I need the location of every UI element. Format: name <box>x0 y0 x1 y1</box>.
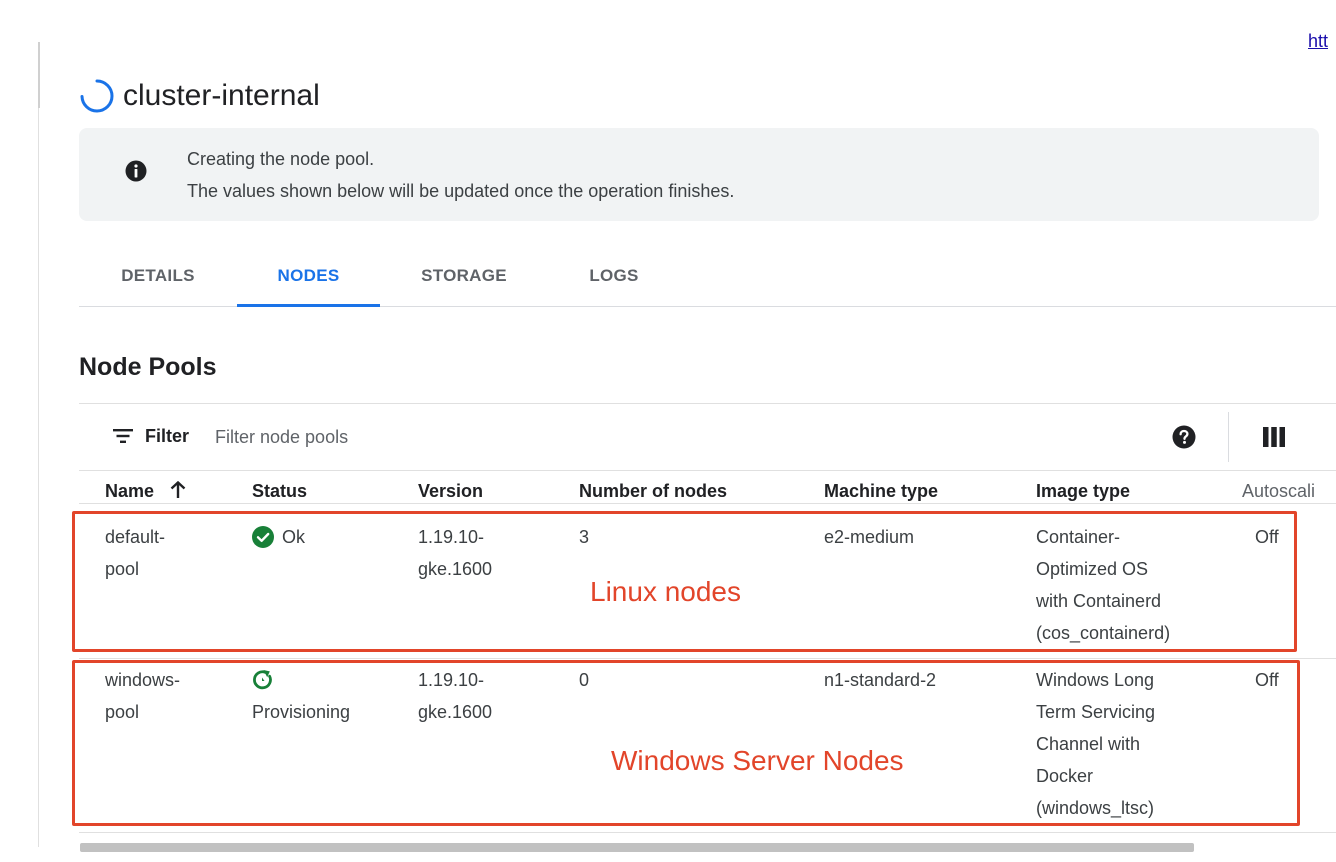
left-panel-divider-top <box>38 42 40 108</box>
tab-storage[interactable]: STORAGE <box>380 250 548 305</box>
column-display-icon[interactable] <box>1263 427 1285 447</box>
tab-details[interactable]: DETAILS <box>79 250 237 305</box>
linux-nodes-callout-label: Linux nodes <box>590 576 742 607</box>
windows-nodes-callout-box <box>72 660 1300 826</box>
header-divider <box>79 503 1336 504</box>
tab-bar: DETAILS NODES STORAGE LOGS <box>79 250 1336 307</box>
top-link[interactable]: htt <box>1308 31 1328 52</box>
windows-nodes-callout-label: Windows Server Nodes <box>611 745 904 776</box>
filter-icon[interactable] <box>113 428 133 444</box>
tab-nodes[interactable]: NODES <box>237 250 380 307</box>
row-divider <box>79 658 1336 659</box>
row-divider <box>79 832 1336 833</box>
column-header-status[interactable]: Status <box>252 481 307 502</box>
toolbar-divider <box>1228 412 1229 462</box>
column-header-name[interactable]: Name <box>105 481 187 502</box>
banner-message: The values shown below will be updated o… <box>187 181 735 201</box>
banner-title: Creating the node pool. <box>187 149 375 169</box>
page-header: cluster-internal <box>79 76 320 116</box>
section-title: Node Pools <box>79 353 217 381</box>
filter-button[interactable]: Filter <box>145 426 189 447</box>
filter-input[interactable] <box>213 422 817 452</box>
column-header-machine-type[interactable]: Machine type <box>824 481 938 502</box>
horizontal-scrollbar[interactable] <box>80 843 1194 852</box>
page-title: cluster-internal <box>123 79 320 112</box>
sort-ascending-icon[interactable] <box>169 481 187 499</box>
column-header-node-count[interactable]: Number of nodes <box>579 481 727 502</box>
operation-banner: Creating the node pool. The values shown… <box>79 128 1319 221</box>
column-header-image-type[interactable]: Image type <box>1036 481 1130 502</box>
column-header-name-label: Name <box>105 481 155 501</box>
column-header-version[interactable]: Version <box>418 481 483 502</box>
tab-logs[interactable]: LOGS <box>548 250 680 305</box>
progress-spinner-icon <box>80 79 114 113</box>
info-icon <box>125 160 147 182</box>
help-icon[interactable] <box>1172 425 1196 449</box>
filter-bar: Filter <box>79 403 1336 471</box>
left-panel-divider <box>38 42 39 847</box>
column-header-autoscaling[interactable]: Autoscali <box>1242 481 1315 502</box>
